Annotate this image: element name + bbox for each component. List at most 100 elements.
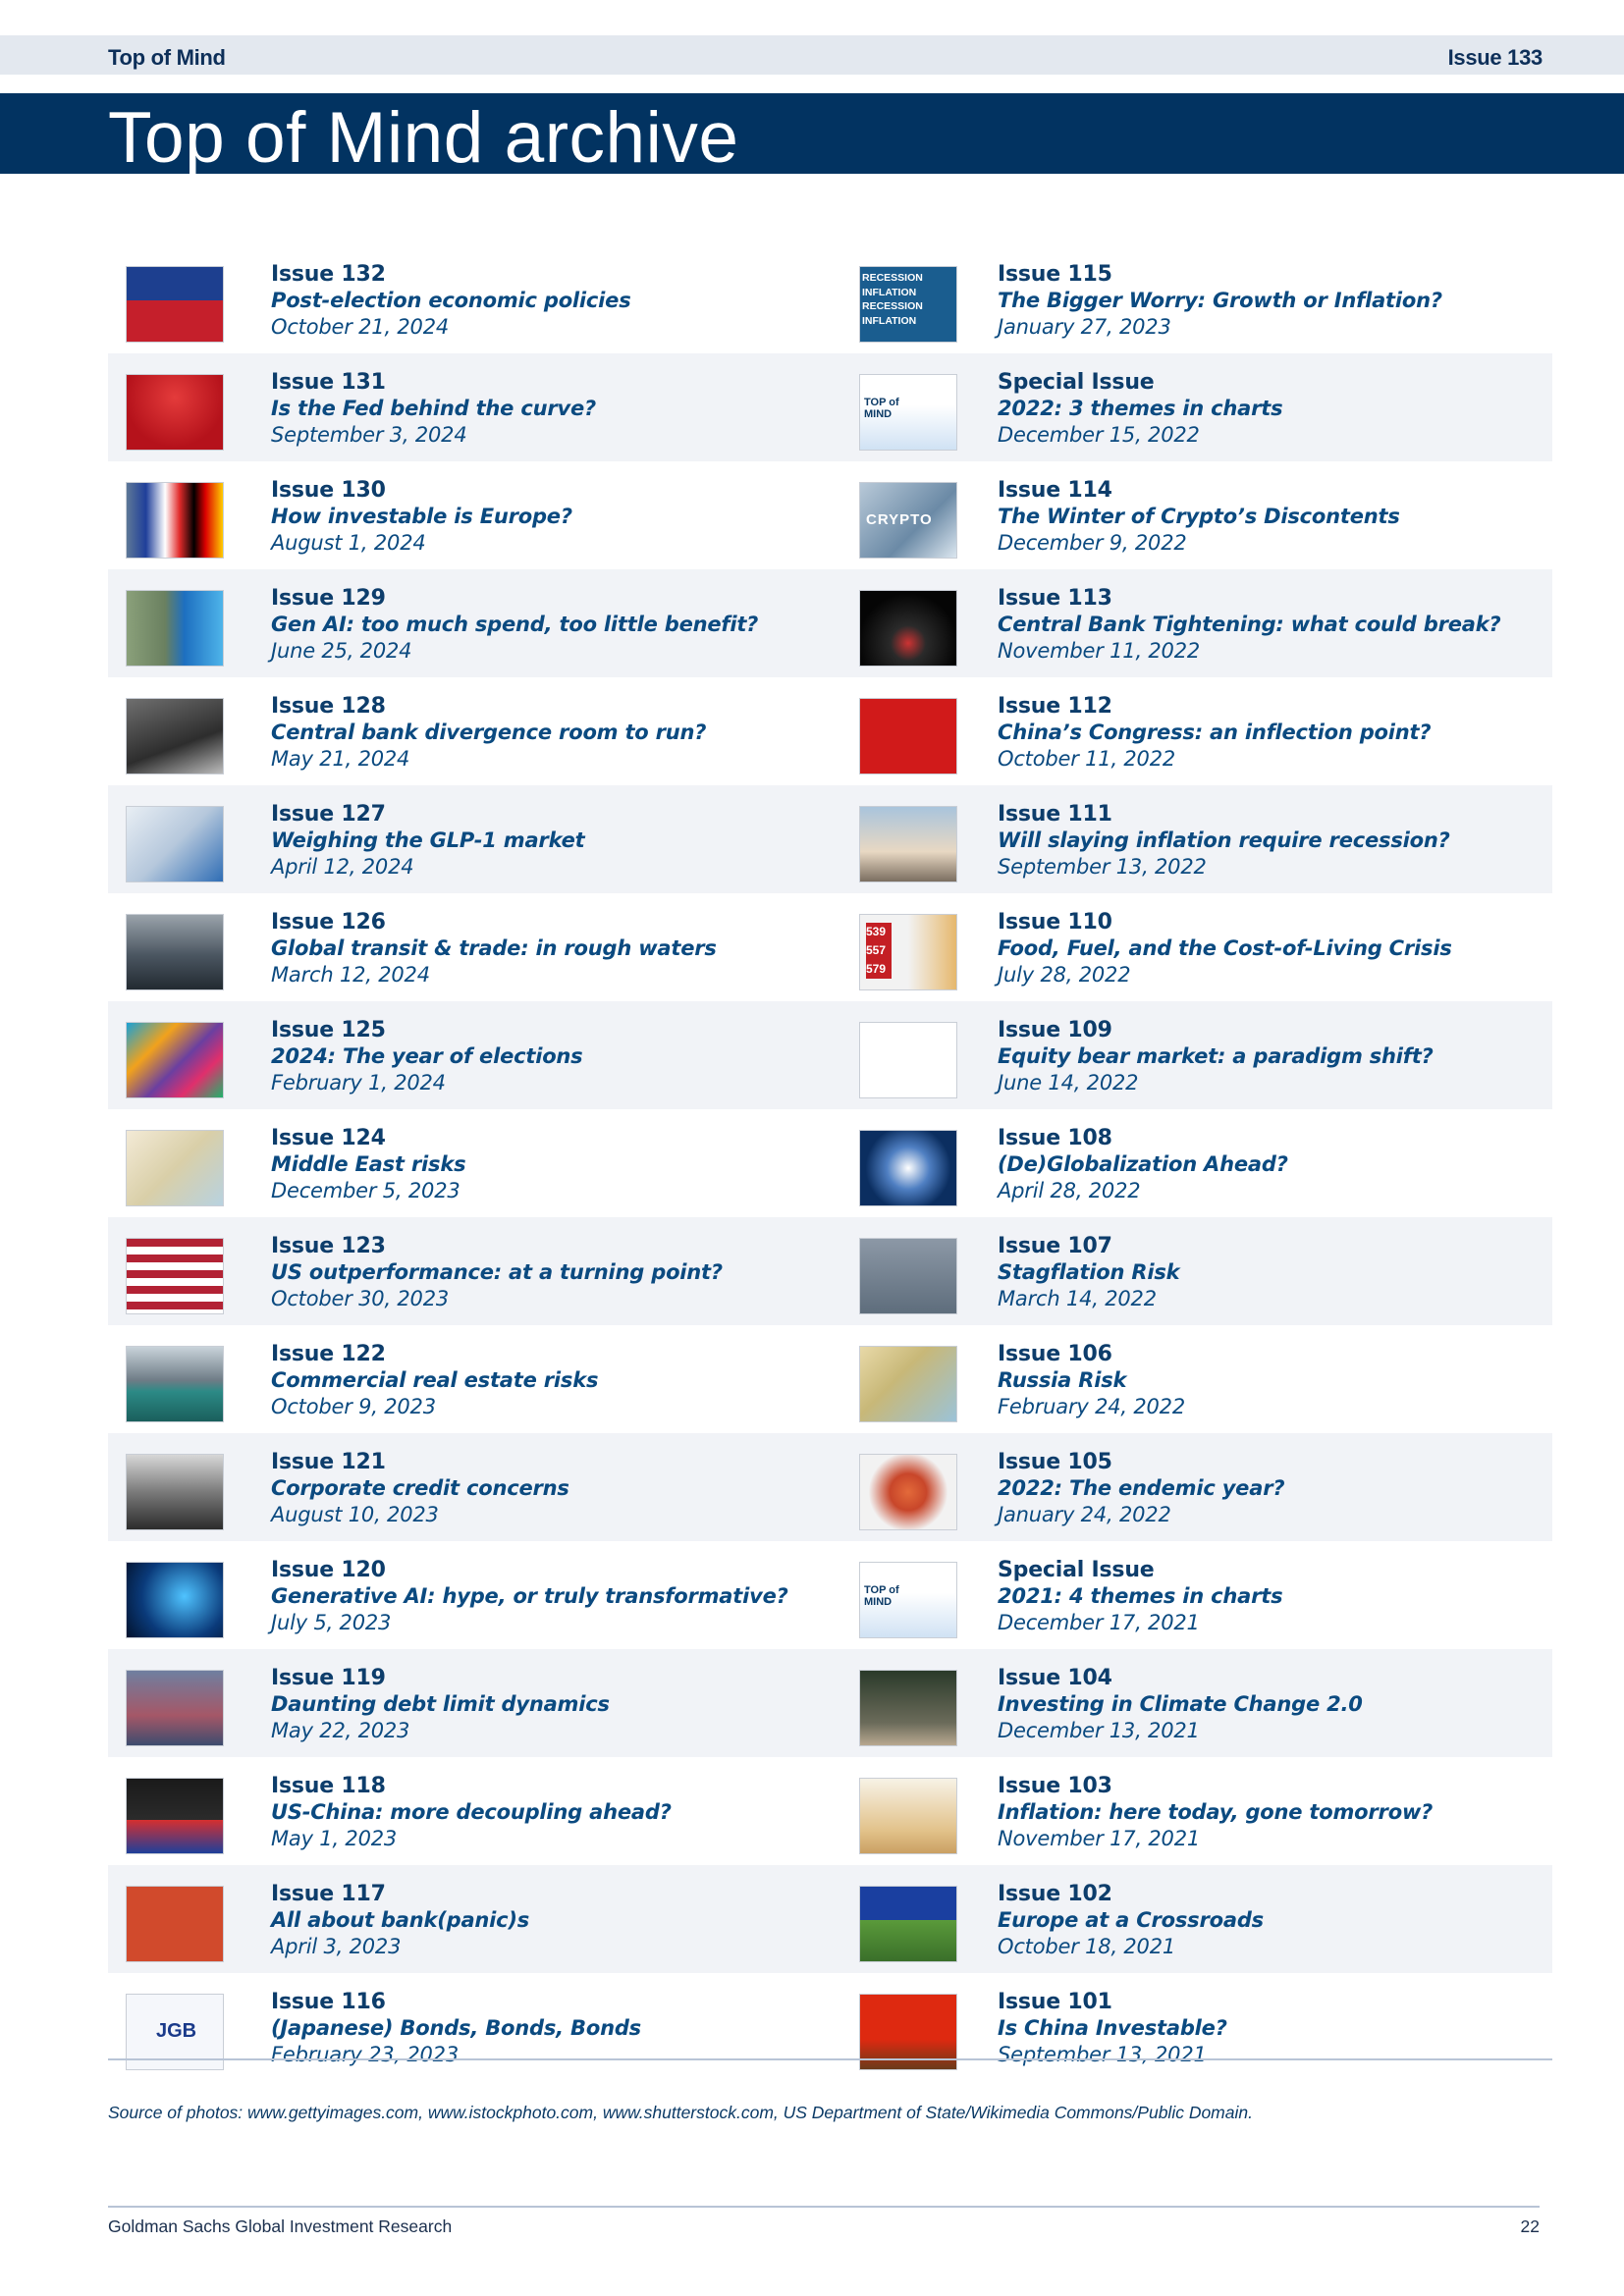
issue-topic: Gen AI: too much spend, too little benef… xyxy=(271,613,759,636)
issue-number: Issue 114 xyxy=(998,478,1112,503)
issue-topic: Food, Fuel, and the Cost-of-Living Crisi… xyxy=(998,936,1452,960)
archive-entry: Issue 112 China’s Congress: an inflection… xyxy=(830,677,1552,785)
issue-topic: China’s Congress: an inflection point? xyxy=(998,721,1432,744)
diverging-road-photo xyxy=(126,698,224,774)
issue-number: Issue 101 xyxy=(998,1990,1112,2014)
archive-entry: Issue 125 2024: The year of elections Febr… xyxy=(108,1001,830,1109)
globe-photo xyxy=(859,1130,957,1206)
issue-topic: Commercial real estate risks xyxy=(271,1368,599,1392)
archive-entry: TOP of MIND Special Issue 2021: 4 themes i… xyxy=(830,1541,1552,1649)
issue-date: September 13, 2021 xyxy=(998,2043,1207,2066)
entry-text: Issue 101 Is China Investable? September 1… xyxy=(998,1989,1547,2068)
issue-number: Issue 131 xyxy=(271,370,386,395)
archive-entry: Issue 122 Commercial real estate risks Oct… xyxy=(108,1325,830,1433)
issue-topic: Corporate credit concerns xyxy=(271,1476,569,1500)
issue-date: July 5, 2023 xyxy=(271,1611,392,1634)
entry-text: Issue 104 Investing in Climate Change 2.0… xyxy=(998,1665,1547,1744)
issue-number: Issue 112 xyxy=(998,694,1112,719)
issue-number: Issue 118 xyxy=(271,1774,386,1798)
issue-date: March 12, 2024 xyxy=(271,963,430,987)
israel-map-photo xyxy=(126,1130,224,1206)
issue-date: August 1, 2024 xyxy=(271,531,426,555)
paradigm-shift-words xyxy=(859,1022,957,1098)
issue-topic: Daunting debt limit dynamics xyxy=(271,1692,610,1716)
issue-topic: Middle East risks xyxy=(271,1152,466,1176)
archive-row: Issue 119 Daunting debt limit dynamics May… xyxy=(108,1649,1552,1757)
archive-entry: Issue 113 Central Bank Tightening: what c… xyxy=(830,569,1552,677)
issue-topic: Investing in Climate Change 2.0 xyxy=(998,1692,1363,1716)
archive-row: Issue 123 US outperformance: at a turning… xyxy=(108,1217,1552,1325)
issue-number: Issue 122 xyxy=(271,1342,386,1366)
entry-text: Issue 131 Is the Fed behind the curve? Sep… xyxy=(271,369,821,449)
archive-entry: RECESSION INFLATION RECESSION INFLATION I… xyxy=(830,245,1552,353)
issue-number: Issue 119 xyxy=(271,1666,386,1690)
issue-date: October 18, 2021 xyxy=(998,1935,1176,1958)
issue-topic: Central Bank Tightening: what could brea… xyxy=(998,613,1501,636)
issue-number: Issue 120 xyxy=(271,1558,386,1582)
archive-entry: Issue 130 How investable is Europe? August… xyxy=(108,461,830,569)
issue-topic: 2022: 3 themes in charts xyxy=(998,397,1283,420)
entry-text: Issue 125 2024: The year of elections Febr… xyxy=(271,1017,821,1096)
issue-date: May 21, 2024 xyxy=(271,747,410,771)
issue-number: Issue 127 xyxy=(271,802,386,827)
entry-text: Issue 118 US-China: more decoupling ahead… xyxy=(271,1773,821,1852)
issue-topic: Weighing the GLP-1 market xyxy=(271,828,585,852)
archive-entry: Issue 107 Stagflation Risk March 14, 2022 xyxy=(830,1217,1552,1325)
us-flag-photo xyxy=(126,1238,224,1314)
archive-grid: Issue 132 Post-election economic policies… xyxy=(108,245,1552,2081)
issue-date: January 24, 2022 xyxy=(998,1503,1171,1526)
archive-entry: Issue 105 2022: The endemic year? January … xyxy=(830,1433,1552,1541)
issue-date: May 1, 2023 xyxy=(271,1827,398,1850)
archive-entry: Issue 123 US outperformance: at a turning… xyxy=(108,1217,830,1325)
ballot-box-photo xyxy=(126,1022,224,1098)
entry-text: Issue 112 China’s Congress: an inflection… xyxy=(998,693,1547,773)
issue-date: February 24, 2022 xyxy=(998,1395,1185,1418)
thumb-label: 539 557 579 xyxy=(866,923,892,979)
archive-entry: Issue 108 (De)Globalization Ahead? April 2… xyxy=(830,1109,1552,1217)
issue-date: January 27, 2023 xyxy=(998,315,1171,339)
issue-number: Issue 130 xyxy=(271,478,386,503)
issue-date: December 15, 2022 xyxy=(998,423,1200,447)
archive-entry: Issue 104 Investing in Climate Change 2.0… xyxy=(830,1649,1552,1757)
issue-number: Issue 106 xyxy=(998,1342,1112,1366)
entry-text: Issue 117 All about bank(panic)s April 3, … xyxy=(271,1881,821,1960)
issue-date: September 3, 2024 xyxy=(271,423,467,447)
archive-row: Issue 121 Corporate credit concerns August… xyxy=(108,1433,1552,1541)
archive-entry: Issue 118 US-China: more decoupling ahead… xyxy=(108,1757,830,1865)
ai-head-photo xyxy=(126,1562,224,1638)
archive-row: Issue 128 Central bank divergence room to… xyxy=(108,677,1552,785)
entry-text: Special Issue 2022: 3 themes in charts Dec… xyxy=(998,369,1547,449)
issue-number: Special Issue xyxy=(998,1558,1155,1582)
archive-row: Issue 122 Commercial real estate risks Oct… xyxy=(108,1325,1552,1433)
issue-topic: Equity bear market: a paradigm shift? xyxy=(998,1044,1434,1068)
archive-entry: Issue 102 Europe at a Crossroads October 1… xyxy=(830,1865,1552,1973)
issue-number: Issue 104 xyxy=(998,1666,1112,1690)
issue-date: July 28, 2022 xyxy=(998,963,1131,987)
european-flags-photo xyxy=(126,482,224,559)
entry-text: Issue 116 (Japanese) Bonds, Bonds, Bonds F… xyxy=(271,1989,821,2068)
footer-publisher: Goldman Sachs Global Investment Research xyxy=(108,2216,453,2236)
archive-entry: 539 557 579 Issue 110 Food, Fuel, and the … xyxy=(830,893,1552,1001)
entry-text: Issue 107 Stagflation Risk March 14, 2022 xyxy=(998,1233,1547,1312)
injection-pen-photo xyxy=(126,806,224,882)
issue-topic: Is the Fed behind the curve? xyxy=(271,397,596,420)
issue-date: August 10, 2023 xyxy=(271,1503,439,1526)
issue-topic: 2021: 4 themes in charts xyxy=(998,1584,1283,1608)
entry-text: Issue 129 Gen AI: too much spend, too lit… xyxy=(271,585,821,665)
recession-inflation-words: RECESSION INFLATION RECESSION INFLATION xyxy=(859,266,957,343)
ai-dollar-photo xyxy=(126,590,224,667)
russia-map-photo xyxy=(859,1346,957,1422)
issue-topic: The Bigger Worry: Growth or Inflation? xyxy=(998,289,1442,312)
archive-entry: Issue 131 Is the Fed behind the curve? Sep… xyxy=(108,353,830,461)
issue-topic: Stagflation Risk xyxy=(998,1260,1180,1284)
issue-date: April 3, 2023 xyxy=(271,1935,402,1958)
archive-entry: Issue 129 Gen AI: too much spend, too lit… xyxy=(108,569,830,677)
issue-number: Issue 109 xyxy=(998,1018,1112,1042)
issue-date: April 28, 2022 xyxy=(998,1179,1141,1202)
archive-entry: Issue 124 Middle East risks December 5, 20… xyxy=(108,1109,830,1217)
issue-date: February 1, 2024 xyxy=(271,1071,446,1095)
issue-number: Issue 116 xyxy=(271,1990,386,2014)
issue-date: April 12, 2024 xyxy=(271,855,414,879)
issue-number: Issue 129 xyxy=(271,586,386,611)
issue-date: December 13, 2021 xyxy=(998,1719,1200,1742)
